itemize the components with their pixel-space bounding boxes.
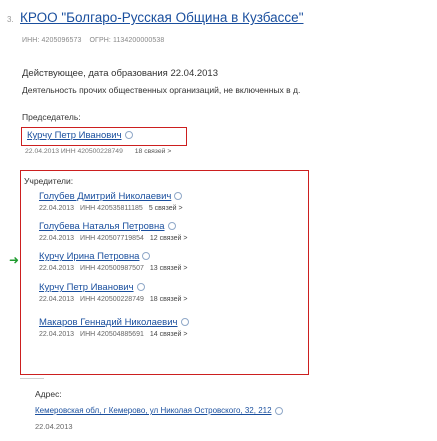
founder-name-text: Голубев Дмитрий Николаевич <box>39 191 172 202</box>
founder-inn: ИНН 420500228749 <box>80 296 144 303</box>
founder-item: Макаров Геннадий Николаевич 22.04.2013 ИН… <box>39 317 189 338</box>
inn-value: ИНН: 4205096573 <box>22 37 82 44</box>
org-status: Действующее, дата образования 22.04.2013 <box>22 68 219 79</box>
founder-inn: ИНН 420507719854 <box>80 235 144 242</box>
founder-name-text: Голубева Наталья Петровна <box>39 221 165 232</box>
founder-name-text: Курчу Ирина Петровна <box>39 251 140 262</box>
founder-name-link[interactable]: Макаров Геннадий Николаевич <box>39 317 189 328</box>
founder-date: 22.04.2013 <box>39 265 75 272</box>
item-number: 3. <box>7 15 14 24</box>
founder-item: Голубева Наталья Петровна 22.04.2013 ИНН … <box>39 221 188 242</box>
address-text: Кемеровская обл, г Кемерово, ул Николая … <box>35 406 272 415</box>
ogrn-value: ОГРН: 1134200000538 <box>89 37 165 44</box>
founder-inn: ИНН 420504885691 <box>80 331 144 338</box>
address-date: 22.04.2013 <box>35 422 73 431</box>
founder-links-count[interactable]: 18 связей > <box>150 296 188 303</box>
search-icon[interactable] <box>136 283 145 292</box>
founder-name-text: Макаров Геннадий Николаевич <box>39 317 178 328</box>
founder-inn: ИНН 420535811185 <box>80 205 143 212</box>
chair-name-text: Курчу Петр Иванович <box>27 130 122 141</box>
chair-name-link[interactable]: Курчу Петр Иванович <box>27 130 133 141</box>
founder-date: 22.04.2013 <box>39 235 75 242</box>
chair-links-count[interactable]: 18 связей > <box>135 148 172 155</box>
address-link[interactable]: Кемеровская обл, г Кемерово, ул Николая … <box>35 406 283 415</box>
founder-inn: ИНН 420500987507 <box>80 265 144 272</box>
founder-name-link[interactable]: Голубев Дмитрий Николаевич <box>39 191 183 202</box>
search-icon[interactable] <box>274 406 283 415</box>
founder-date: 22.04.2013 <box>39 331 75 338</box>
founder-name-link[interactable]: Курчу Петр Иванович <box>39 282 188 293</box>
search-icon[interactable] <box>180 318 189 327</box>
chair-meta-text: 22.04.2013 ИНН 420500228749 <box>25 148 123 155</box>
search-icon[interactable] <box>142 252 151 261</box>
founder-item: Курчу Петр Иванович 22.04.2013 ИНН 420500… <box>39 282 188 303</box>
founder-meta: 22.04.2013 ИНН 420500987507 13 связей > <box>39 265 188 272</box>
founder-name-link[interactable]: Голубева Наталья Петровна <box>39 221 188 232</box>
founder-links-count[interactable]: 14 связей > <box>150 331 188 338</box>
founder-links-count[interactable]: 5 связей > <box>149 205 183 212</box>
founder-meta: 22.04.2013 ИНН 420504885691 14 связей > <box>39 331 189 338</box>
founder-date: 22.04.2013 <box>39 205 75 212</box>
founders-label: Учредители: <box>24 176 74 186</box>
founder-item: Курчу Ирина Петровна 22.04.2013 ИНН 42050… <box>39 251 188 272</box>
founder-links-count[interactable]: 13 связей > <box>150 265 188 272</box>
search-icon[interactable] <box>124 131 133 140</box>
chair-meta: 22.04.2013 ИНН 420500228749 18 связей > <box>25 148 171 155</box>
org-activity: Деятельность прочих общественных организ… <box>22 85 301 95</box>
founder-meta: 22.04.2013 ИНН 420507719854 12 связей > <box>39 235 188 242</box>
founder-meta: 22.04.2013 ИНН 420535811185 5 связей > <box>39 205 183 212</box>
divider <box>20 378 44 379</box>
search-icon[interactable] <box>167 222 176 231</box>
founder-date: 22.04.2013 <box>39 296 75 303</box>
chair-label: Председатель: <box>22 112 81 122</box>
address-label: Адрес: <box>35 389 62 399</box>
org-title-link[interactable]: КРОО "Болгаро-Русская Община в Кузбассе" <box>20 10 304 25</box>
org-ids: ИНН: 4205096573 ОГРН: 1134200000538 <box>22 37 170 44</box>
search-icon[interactable] <box>174 192 183 201</box>
founder-meta: 22.04.2013 ИНН 420500228749 18 связей > <box>39 296 188 303</box>
founder-name-text: Курчу Петр Иванович <box>39 282 134 293</box>
green-arrow-icon: ➜ <box>9 253 20 267</box>
founder-links-count[interactable]: 12 связей > <box>150 235 188 242</box>
founder-item: Голубев Дмитрий Николаевич 22.04.2013 ИНН… <box>39 191 183 212</box>
founder-name-link[interactable]: Курчу Ирина Петровна <box>39 251 188 262</box>
